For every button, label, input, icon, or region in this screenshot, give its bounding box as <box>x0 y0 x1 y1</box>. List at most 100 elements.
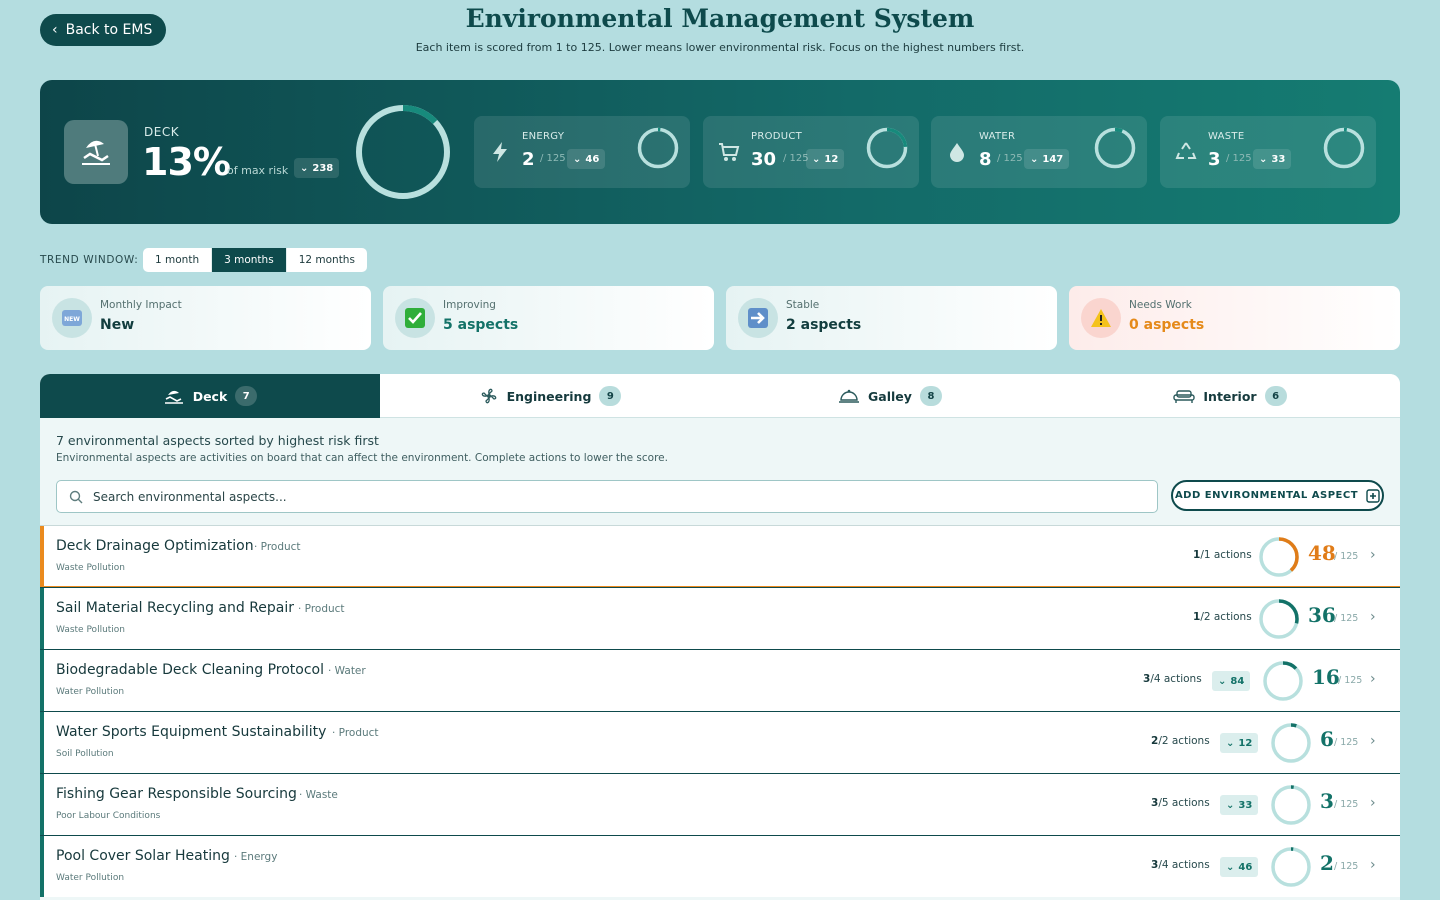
aspect-title: Pool Cover Solar Heating <box>56 848 230 864</box>
trend-down-icon: ⌄ <box>573 153 582 165</box>
tab-engineering[interactable]: Engineering 9 <box>380 374 720 418</box>
category-name: WATER <box>979 131 1016 142</box>
aspect-score-ring <box>1263 661 1303 701</box>
aspect-row[interactable]: Pool Cover Solar Heating · Energy Water Po… <box>40 835 1400 897</box>
aspect-score-max: / 125 <box>1334 861 1359 872</box>
aspect-category: · Energy <box>234 851 278 863</box>
category-ring-chart <box>637 127 679 169</box>
category-card-water[interactable]: WATER 8 / 125 ⌄ 147 <box>931 116 1147 188</box>
page-title: Environmental Management System <box>465 4 975 33</box>
search-input[interactable] <box>93 489 993 504</box>
aspect-subcategory: Water Pollution <box>56 873 125 883</box>
category-trend-value: 147 <box>1042 153 1064 165</box>
aspect-row[interactable]: Deck Drainage Optimization · Product Waste… <box>40 525 1400 587</box>
aspect-score-max: / 125 <box>1334 737 1359 748</box>
tab-count-badge: 9 <box>599 386 622 406</box>
chevron-right-icon: › <box>1370 671 1376 687</box>
actions-total: /1 actions <box>1200 549 1252 561</box>
category-trend-badge: ⌄ 147 <box>1024 149 1070 169</box>
risk-ring-chart <box>356 105 450 199</box>
tab-interior[interactable]: Interior 6 <box>1060 374 1400 418</box>
tab-label: Deck <box>192 388 228 404</box>
trend-down-icon: ⌄ <box>300 162 309 174</box>
trend-window-12-months[interactable]: 12 months <box>287 248 367 272</box>
actions-total: /2 actions <box>1158 735 1210 747</box>
add-environmental-aspect-button[interactable]: ADD ENVIRONMENTAL ASPECT <box>1171 480 1384 511</box>
trend-down-icon: ⌄ <box>812 153 821 165</box>
aspect-score-ring <box>1271 785 1311 825</box>
aspect-score: 48 <box>1308 541 1336 565</box>
new-badge-icon: NEW <box>52 298 92 338</box>
tab-label: Interior <box>1203 388 1257 404</box>
svg-text:NEW: NEW <box>64 316 80 323</box>
check-box-icon <box>395 298 435 338</box>
category-ring-chart <box>866 127 908 169</box>
category-card-energy[interactable]: ENERGY 2 / 125 ⌄ 46 <box>474 116 690 188</box>
tab-galley[interactable]: Galley 8 <box>720 374 1060 418</box>
category-trend-value: 46 <box>585 153 600 165</box>
aspect-trend-value: 33 <box>1238 799 1253 811</box>
sofa-icon <box>1173 390 1196 403</box>
actions-total: /4 actions <box>1150 673 1202 685</box>
category-score: 2 <box>522 149 535 170</box>
stat-label: Monthly Impact <box>100 299 182 311</box>
aspect-actions-progress: 1/1 actions <box>1193 549 1252 561</box>
aspect-actions-progress: 3/5 actions <box>1151 797 1210 809</box>
category-card-product[interactable]: PRODUCT 30 / 125 ⌄ 12 <box>703 116 919 188</box>
category-ring-chart <box>1323 127 1365 169</box>
stat-value: New <box>100 317 135 333</box>
deck-chair-icon <box>164 390 183 404</box>
aspect-title: Sail Material Recycling and Repair <box>56 600 295 616</box>
aspects-panel: Deck 7 Engineering 9 Galley 8 Interior 6… <box>40 374 1400 900</box>
aspect-score-max: / 125 <box>1334 613 1359 624</box>
chevron-right-icon: › <box>1370 547 1376 563</box>
chevron-right-icon: › <box>1370 733 1376 749</box>
category-name: WASTE <box>1208 131 1245 142</box>
tab-count-badge: 6 <box>1264 386 1287 406</box>
warning-icon <box>1081 298 1121 338</box>
actions-total: /4 actions <box>1158 859 1210 871</box>
stat-card-stable: Stable 2 aspects <box>726 286 1057 350</box>
category-card-waste[interactable]: WASTE 3 / 125 ⌄ 33 <box>1160 116 1376 188</box>
aspect-row[interactable]: Fishing Gear Responsible Sourcing · Waste… <box>40 773 1400 835</box>
trend-down-icon: ⌄ <box>1259 153 1268 165</box>
chevron-right-icon: › <box>1370 609 1376 625</box>
category-trend-value: 33 <box>1271 153 1286 165</box>
trend-window-1-month[interactable]: 1 month <box>143 248 213 272</box>
aspect-category: · Product <box>298 603 345 615</box>
aspect-actions-progress: 1/2 actions <box>1193 611 1252 623</box>
aspect-trend-badge: ⌄ 12 <box>1220 733 1259 753</box>
aspect-trend-badge: ⌄ 33 <box>1220 795 1259 815</box>
lightning-icon <box>488 140 512 164</box>
stat-label: Improving <box>443 299 496 311</box>
aspect-actions-progress: 2/2 actions <box>1151 735 1210 747</box>
tab-deck[interactable]: Deck 7 <box>40 374 380 418</box>
aspect-trend-value: 46 <box>1238 861 1253 873</box>
aspect-row[interactable]: Sail Material Recycling and Repair · Prod… <box>40 587 1400 649</box>
category-trend-badge: ⌄ 12 <box>806 149 845 169</box>
trend-down-icon: ⌄ <box>1030 153 1039 165</box>
aspect-score-ring <box>1259 537 1299 577</box>
category-name: PRODUCT <box>751 131 803 142</box>
trend-down-icon: ⌄ <box>1226 861 1235 873</box>
aspect-subcategory: Soil Pollution <box>56 749 114 759</box>
fan-icon <box>481 388 496 404</box>
aspect-row[interactable]: Water Sports Equipment Sustainability · P… <box>40 711 1400 773</box>
tab-label: Engineering <box>506 388 592 404</box>
stat-card-improving: Improving 5 aspects <box>383 286 714 350</box>
cart-icon <box>717 140 741 164</box>
trend-window-3-months[interactable]: 3 months <box>212 248 287 272</box>
search-box <box>56 480 1158 513</box>
aspect-title: Biodegradable Deck Cleaning Protocol <box>56 662 324 678</box>
tab-count-badge: 8 <box>919 386 942 406</box>
category-ring-chart <box>1094 127 1136 169</box>
actions-total: /5 actions <box>1158 797 1210 809</box>
aspect-score-max: / 125 <box>1338 675 1363 686</box>
category-score: 3 <box>1208 149 1221 170</box>
aspect-score: 36 <box>1308 603 1336 627</box>
trend-window-label: TREND WINDOW: <box>40 254 139 266</box>
deck-chair-icon <box>64 120 128 184</box>
stat-card-needs-work: Needs Work 0 aspects <box>1069 286 1400 350</box>
aspect-row[interactable]: Biodegradable Deck Cleaning Protocol · Wa… <box>40 649 1400 711</box>
list-heading: 7 environmental aspects sorted by highes… <box>56 433 379 448</box>
